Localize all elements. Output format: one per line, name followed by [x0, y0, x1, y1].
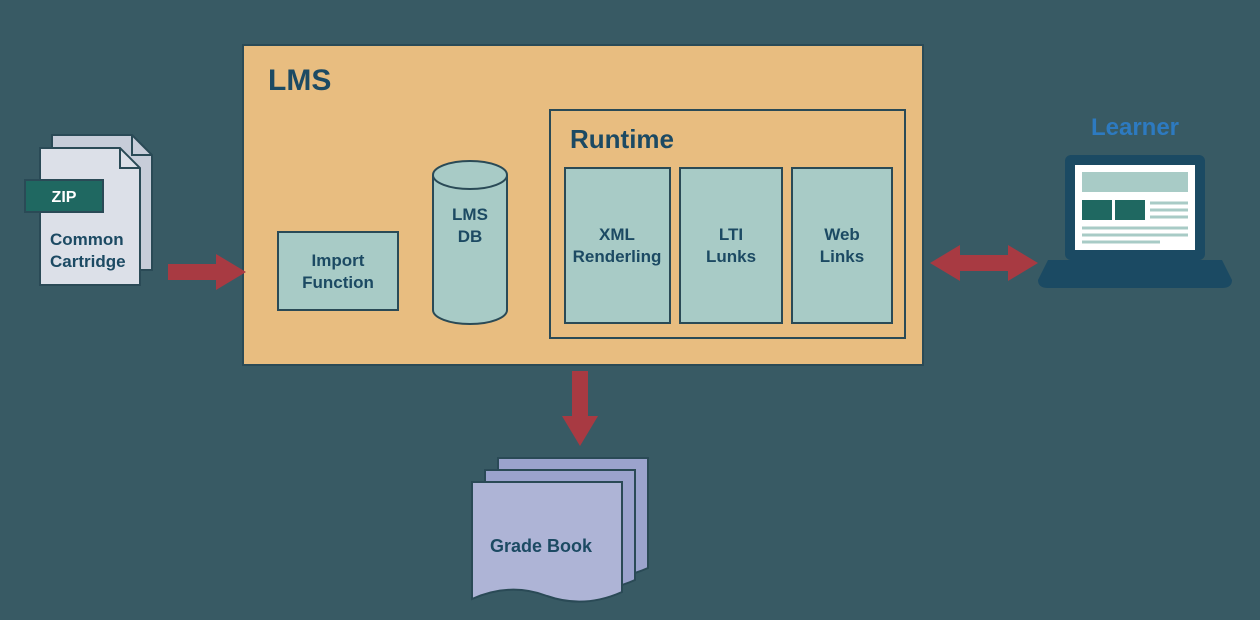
- xml-line1: XML: [599, 225, 635, 244]
- xml-rendering-box: XML Renderling: [565, 168, 670, 323]
- cartridge-line2: Cartridge: [50, 252, 126, 271]
- xml-line2: Renderling: [573, 247, 662, 266]
- web-line2: Links: [820, 247, 864, 266]
- lti-lunks-box: LTI Lunks: [680, 168, 782, 323]
- import-function-box: Import Function: [278, 232, 398, 310]
- lti-line1: LTI: [719, 225, 743, 244]
- db-line1: LMS: [452, 205, 488, 224]
- learner-title: Learner: [1091, 114, 1179, 141]
- grade-book-title: Grade Book: [490, 536, 593, 556]
- cartridge-line1: Common: [50, 230, 124, 249]
- lms-title: LMS: [268, 64, 331, 97]
- web-line1: Web: [824, 225, 860, 244]
- import-line1: Import: [312, 251, 365, 270]
- grade-book: Grade Book: [472, 458, 648, 602]
- lms-db: LMS DB: [433, 161, 507, 324]
- runtime-title: Runtime: [570, 124, 674, 154]
- lti-line2: Lunks: [706, 247, 756, 266]
- architecture-diagram: LMS Runtime XML Renderling LTI Lunks Web…: [0, 0, 1260, 620]
- common-cartridge: ZIP Common Cartridge: [25, 135, 152, 285]
- web-links-box: Web Links: [792, 168, 892, 323]
- zip-badge-text: ZIP: [52, 189, 77, 206]
- import-line2: Function: [302, 273, 374, 292]
- db-line2: DB: [458, 227, 483, 246]
